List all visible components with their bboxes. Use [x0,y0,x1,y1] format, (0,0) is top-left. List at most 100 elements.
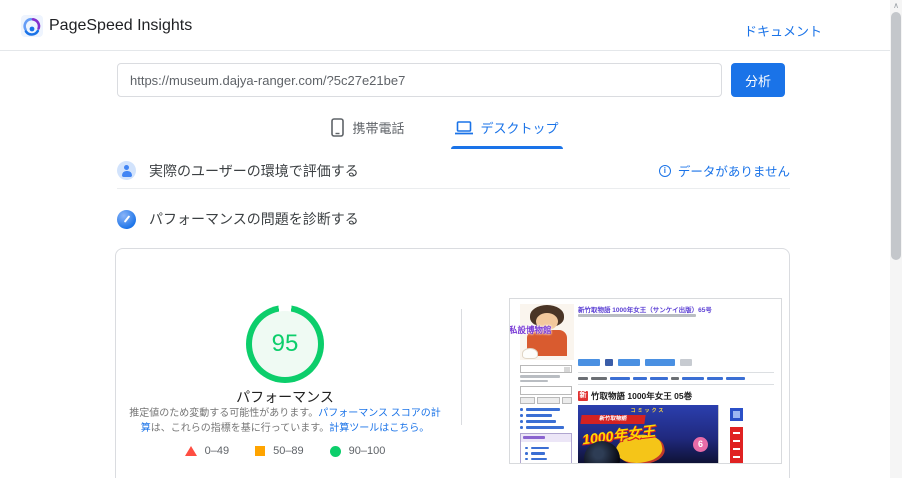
lab-data-section-header: パフォーマンスの問題を診断する [117,203,790,235]
legend-item-fail: 0–49 [184,445,230,457]
tab-mobile-label: 携帯電話 [352,121,405,136]
decorative-placeholder [520,426,523,429]
decorative-placeholder [520,420,523,423]
orange-square-icon [255,446,266,456]
decorative-placeholder [618,359,640,366]
page-scrollbar[interactable]: ∧ [890,0,902,478]
thumb-site-name: 私設博物館 [509,325,552,335]
decorative-placeholder [564,367,570,372]
decorative-placeholder [645,359,675,366]
decorative-placeholder [680,359,692,366]
mobile-phone-icon [331,118,345,137]
decorative-placeholder [578,359,600,366]
legend-item-pass: 90–100 [329,445,386,457]
decorative-placeholder [530,452,545,455]
page-title: PageSpeed Insights [49,17,193,34]
decorative-placeholder [610,377,630,380]
legend-pass-range: 90–100 [348,445,386,457]
active-tab-underline [450,146,563,149]
decorative-placeholder [522,348,538,359]
new-badge: 新 [578,391,588,401]
decorative-placeholder [523,436,545,439]
scrollbar-up-arrow[interactable]: ∧ [890,1,902,11]
decorative-placeholder [525,457,528,460]
decorative-placeholder [562,397,572,404]
decorative-placeholder [633,377,647,380]
info-icon[interactable]: i [658,164,671,177]
device-tabs: 携帯電話 デスクトップ [0,110,890,149]
red-triangle-icon [184,446,197,456]
field-section-title: 実際のユーザーの環境で評価する [149,162,359,179]
decorative-placeholder [520,414,523,417]
decorative-placeholder [520,386,572,395]
comic-cover-image: コミックス 新竹取物語 1000年女王 6 [578,405,754,463]
decorative-placeholder [591,377,607,380]
decorative-placeholder [733,432,740,434]
site-screenshot-thumbnail: 私設博物館 新竹取物語 1000年女王（サンケイ出版）65号 新 竹取物語 10… [509,298,782,464]
performance-note: 推定値のため変動する可能性があります。パフォーマンス スコアの計算は、これらの指… [128,407,442,436]
decorative-placeholder [520,379,548,382]
tab-mobile[interactable]: 携帯電話 [327,110,408,149]
note-text-2: は、これらの指標を基に行っています。 [150,422,330,434]
scrollbar-thumb[interactable] [891,12,901,260]
thumb-article-heading-text: 竹取物語 1000年女王 05巻 [591,391,693,401]
documentation-link[interactable]: ドキュメント [744,21,822,40]
card-vertical-divider [461,309,462,425]
decorative-placeholder [733,448,740,450]
tab-desktop[interactable]: デスクトップ [450,110,563,149]
app-header: PageSpeed Insights ドキュメント [0,0,890,51]
decorative-placeholder [733,456,740,458]
performance-score-gauge[interactable]: 95 [246,305,324,383]
decorative-placeholder [537,397,561,404]
decorative-placeholder [520,408,523,411]
decorative-placeholder [707,377,723,380]
pagespeed-logo-icon [21,15,43,37]
decorative-placeholder [520,365,572,373]
decorative-placeholder [531,463,553,464]
decorative-placeholder [650,377,668,380]
green-circle-icon [329,445,341,457]
decorative-placeholder [123,214,131,223]
tab-desktop-label: デスクトップ [480,121,559,136]
legend-fail-range: 0–49 [204,445,230,457]
performance-score-value: 95 [252,311,318,377]
decorative-placeholder [671,377,679,380]
real-users-icon [117,161,136,180]
thumb-social-buttons [578,359,692,366]
analyze-button[interactable]: 分析 [731,63,785,97]
no-data-status: i データがありません [658,161,790,180]
pagespeed-insights-page: PageSpeed Insights ドキュメント 分析 携帯電話 デスクトップ… [0,0,910,478]
thumb-post-title: 新竹取物語 1000年女王（サンケイ出版）65号 [578,307,712,314]
cover-publisher-text: コミックス [630,408,666,414]
score-legend: 0–49 50–89 90–100 [116,445,454,457]
thumb-article-heading: 新 竹取物語 1000年女王 05巻 [578,390,692,402]
decorative-placeholder [525,426,564,429]
thumb-tag-line [578,377,745,380]
decorative-placeholder [530,446,549,449]
legend-average-range: 50–89 [273,445,304,457]
url-input[interactable] [117,63,722,97]
decorative-placeholder [520,397,536,404]
legend-item-average: 50–89 [255,445,304,457]
decorative-placeholder [578,377,588,380]
decorative-placeholder [525,408,560,411]
decorative-placeholder [525,463,528,464]
desktop-icon [454,120,473,134]
thumb-sidebar [520,365,572,464]
no-data-label: データがありません [677,165,790,179]
decorative-placeholder [525,446,528,449]
decorative-placeholder [733,411,740,418]
calculator-link[interactable]: 計算ツールはこちら。 [329,423,429,434]
decorative-placeholder [525,452,528,455]
performance-report-card: 95 パフォーマンス 推定値のため変動する可能性があります。パフォーマンス スコ… [115,248,790,478]
decorative-placeholder [525,414,552,417]
decorative-placeholder [733,440,740,442]
decorative-placeholder [726,377,745,380]
lab-section-title: パフォーマンスの問題を診断する [149,211,359,227]
decorative-placeholder [578,314,696,317]
decorative-placeholder [124,165,129,170]
decorative-placeholder [530,457,547,460]
decorative-placeholder [605,359,613,366]
performance-label: パフォーマンス [236,389,334,405]
field-data-section-header[interactable]: 実際のユーザーの環境で評価する i データがありません [117,153,790,189]
